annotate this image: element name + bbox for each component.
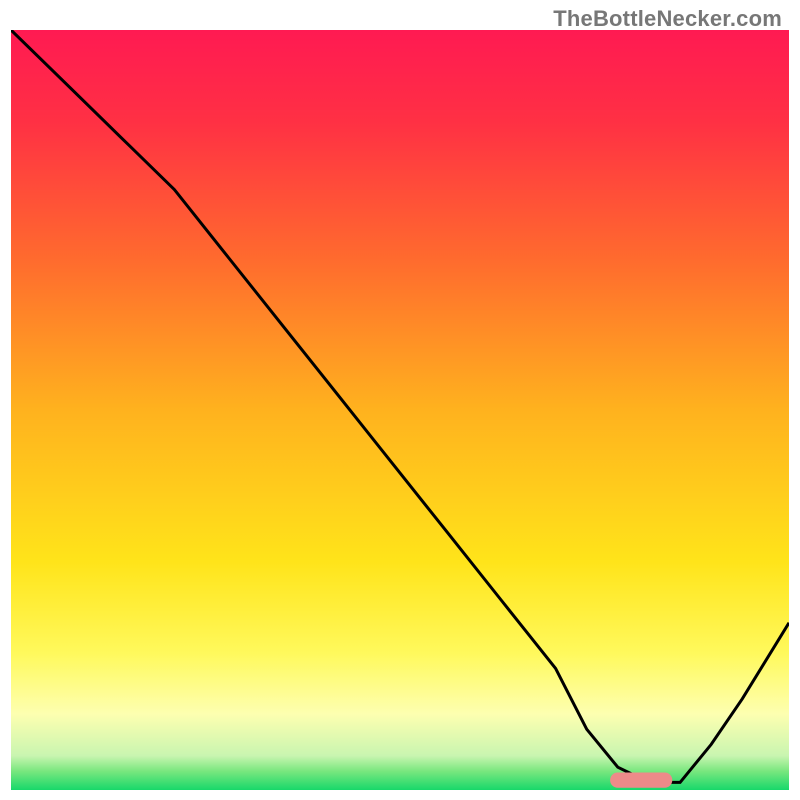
bottleneck-chart	[11, 30, 789, 790]
optimal-range-marker	[610, 773, 672, 788]
watermark-text: TheBottleNecker.com	[553, 6, 782, 32]
